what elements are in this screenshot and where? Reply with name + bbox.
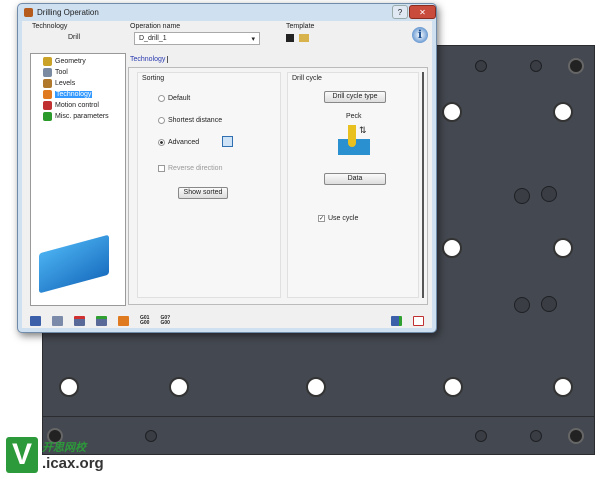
checkbox-box [158,165,165,172]
plate-edge [43,416,594,417]
hole [514,188,530,204]
hole [442,102,462,122]
drilling-operation-dialog: Drilling Operation ? ✕ Technology Drill … [17,3,437,333]
advanced-settings-button[interactable] [222,136,233,147]
hole [475,430,487,442]
help-button[interactable]: ? [392,5,408,19]
tree-label: Geometry [55,58,86,65]
tree-label: Motion control [55,102,99,109]
tree-item-geometry[interactable]: Geometry [31,56,125,67]
radio-label: Shortest distance [168,117,223,124]
hole [568,58,584,74]
technology-value: Drill [68,34,81,41]
tree-label: Tool [55,69,68,76]
hole [541,186,557,202]
use-cycle-checkbox[interactable]: ✓ Use cycle [318,215,358,222]
radio-default[interactable]: Default [158,95,190,102]
logo-letter: V [6,437,38,473]
logo-site: .icax.org [42,454,104,472]
tree-label: Levels [55,80,76,87]
operation-name-value: D_drill_1 [139,35,167,42]
radio-shortest-distance[interactable]: Shortest distance [158,117,222,124]
chevron-down-icon: ▾ [251,36,255,43]
hole [541,296,557,312]
misc-parameters-icon [43,112,52,121]
gcode-settings-button[interactable]: G0? G00 [160,316,170,326]
checkbox-box: ✓ [318,215,325,222]
hole [145,430,157,442]
scrollbar[interactable] [422,72,424,298]
hole [475,60,487,72]
radio-label: Default [168,95,191,102]
save-add-icon[interactable] [96,316,107,326]
sorting-group: Sorting Default Shortest distance Advanc… [137,72,281,298]
hole [443,377,463,397]
drill-cycle-group: Drill cycle Drill cycle type Peck ⇅ Data… [287,72,419,298]
drill-cycle-type-button[interactable]: Drill cycle type [324,91,386,103]
technology-label: Technology [32,23,68,30]
save-copy-icon[interactable] [52,316,63,326]
tree-item-tool[interactable]: Tool [31,67,125,78]
drill-cycle-title: Drill cycle [292,75,322,82]
info-icon[interactable]: i [412,27,428,43]
hole [553,102,573,122]
tree-item-technology[interactable]: Technology [31,89,125,100]
save-remove-icon[interactable] [74,316,85,326]
technology-db-icon[interactable] [118,316,129,326]
cycle-name: Peck [346,113,362,120]
levels-icon [43,79,52,88]
hole [306,377,326,397]
template-label: Template [286,23,315,30]
hole [530,60,542,72]
exit-icon[interactable] [413,316,424,326]
technology-icon [43,90,52,99]
open-template-icon[interactable] [299,34,309,42]
tree-item-misc-parameters[interactable]: Misc. parameters [31,111,125,122]
hole [59,377,79,397]
motion-control-icon [43,101,52,110]
tree-item-levels[interactable]: Levels [31,78,125,89]
title-bar[interactable]: Drilling Operation [18,4,436,21]
hole [514,297,530,313]
data-button[interactable]: Data [324,173,386,185]
hole [442,238,462,258]
show-sorted-button[interactable]: Show sorted [178,187,228,199]
checkbox-label: Use cycle [328,215,359,222]
sorting-title: Sorting [142,75,165,82]
radio-circle [158,117,165,124]
reverse-direction-checkbox[interactable]: Reverse direction [158,165,222,172]
hole [530,430,542,442]
save-template-icon[interactable] [286,34,294,42]
gcode-preview-button[interactable]: G01 G00 [140,316,149,326]
dialog-title: Drilling Operation [37,8,99,17]
operation-tree: Geometry Tool Levels Technology Motion c… [30,53,126,306]
watermark-logo: V 开思网校 .icax.org [6,437,104,473]
radio-circle [158,139,165,146]
tree-label: Technology [55,91,93,98]
operation-name-label: Operation name [130,23,181,30]
bottom-toolbar: G01 G00 G0? G00 [30,311,424,331]
hole [169,377,189,397]
logo-cn: 开思网校 [42,441,86,454]
technology-panel: Sorting Default Shortest distance Advanc… [128,67,428,305]
tree-label: Misc. parameters [55,113,109,120]
radio-circle [158,95,165,102]
hole [553,238,573,258]
operation-name-dropdown[interactable]: D_drill_1 ▾ [134,32,260,45]
radio-label: Advanced [168,139,200,146]
geometry-icon [43,57,52,66]
peck-cycle-icon: ⇅ [338,125,370,155]
checkbox-label: Reverse direction [168,165,223,172]
save-and-exit-icon[interactable] [391,316,402,326]
part-preview-image [39,234,109,294]
app-icon [24,8,33,17]
save-icon[interactable] [30,316,41,326]
tool-icon [43,68,52,77]
hole [553,377,573,397]
tree-item-motion-control[interactable]: Motion control [31,100,125,111]
radio-advanced[interactable]: Advanced [158,139,199,146]
hole [568,428,584,444]
close-button[interactable]: ✕ [409,5,436,19]
tab-technology[interactable]: Technology [130,56,169,63]
